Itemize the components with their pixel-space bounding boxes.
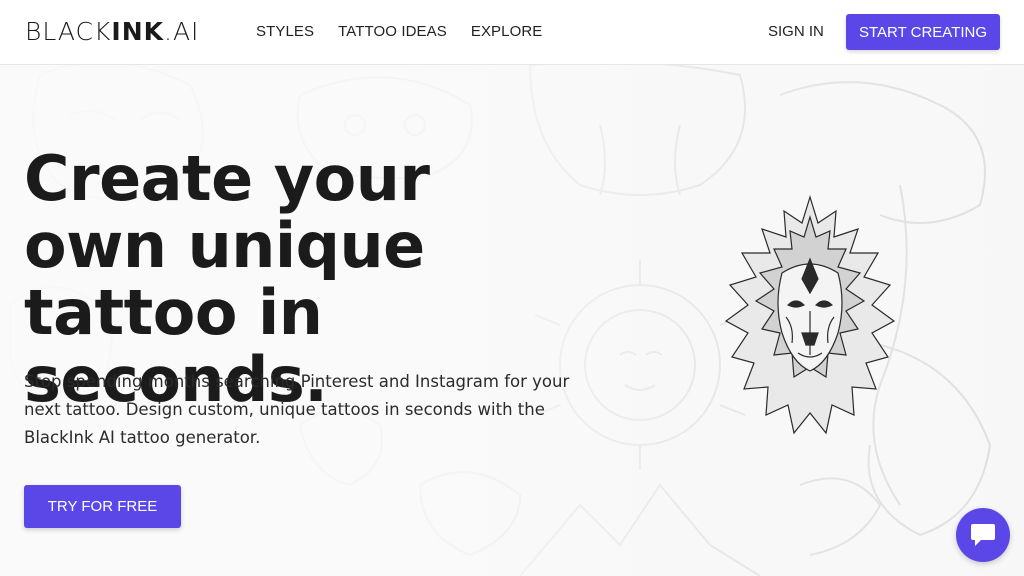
lion-tattoo-illustration: [724, 194, 896, 435]
logo-text-black: BLACK: [25, 17, 112, 46]
hero-section: Create your own unique tattoo in seconds…: [0, 65, 1024, 576]
hero-subtext: Stop spending months searching Pinterest…: [24, 372, 570, 447]
nav-explore[interactable]: EXPLORE: [471, 23, 543, 40]
logo[interactable]: BLACKINK.AI: [25, 16, 199, 47]
start-creating-button[interactable]: START CREATING: [846, 14, 1000, 50]
nav-tattoo-ideas[interactable]: TATTOO IDEAS: [338, 23, 447, 40]
chat-widget-button[interactable]: [956, 508, 1010, 562]
chat-bubble-icon: [971, 524, 995, 546]
logo-text-ink: INK: [111, 17, 164, 46]
logo-text-ai: .AI: [164, 17, 200, 46]
nav-styles[interactable]: STYLES: [256, 23, 314, 40]
main-nav: STYLES TATTOO IDEAS EXPLORE: [256, 23, 542, 40]
sign-in-link[interactable]: SIGN IN: [768, 23, 824, 40]
site-header: BLACKINK.AI STYLES TATTOO IDEAS EXPLORE …: [0, 0, 1024, 65]
try-for-free-button[interactable]: TRY FOR FREE: [24, 485, 181, 528]
